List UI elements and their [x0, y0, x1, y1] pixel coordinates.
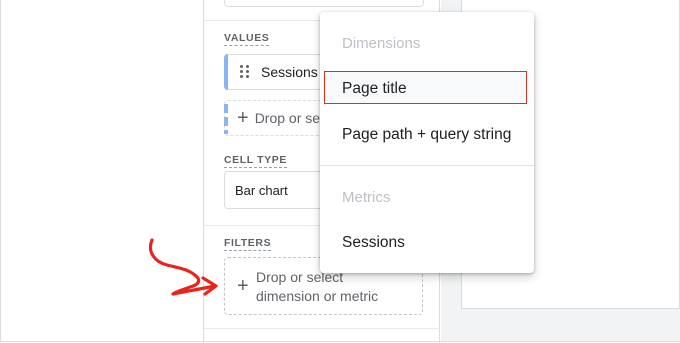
cell-type-label: CELL TYPE	[224, 154, 287, 168]
plus-icon: +	[237, 275, 249, 297]
menu-item-sessions[interactable]: Sessions	[342, 234, 405, 252]
left-border	[0, 0, 1, 342]
section-divider	[204, 328, 440, 329]
plus-icon: +	[237, 107, 249, 129]
drag-handle-icon[interactable]	[239, 64, 251, 80]
previous-field-box[interactable]	[224, 0, 424, 7]
drop-zone-accent	[224, 104, 228, 134]
menu-item-page-title[interactable]: Page title	[342, 80, 407, 98]
filters-label: FILTERS	[224, 237, 272, 251]
menu-item-page-path[interactable]: Page path + query string	[342, 126, 511, 144]
values-label: VALUES	[224, 32, 270, 46]
filter-drop-line2: dimension or metric	[256, 288, 379, 304]
dimensions-header: Dimensions	[342, 35, 421, 52]
filter-drop-text: Drop or select dimension or metric	[256, 268, 378, 306]
value-chip-label: Sessions	[261, 64, 318, 80]
chip-accent	[224, 54, 228, 90]
field-picker-menu: Dimensions Page title Page path + query …	[320, 12, 534, 273]
annotation-arrow-icon	[148, 238, 218, 296]
cell-type-value: Bar chart	[235, 182, 288, 198]
metrics-header: Metrics	[342, 189, 391, 206]
menu-divider	[320, 165, 534, 166]
